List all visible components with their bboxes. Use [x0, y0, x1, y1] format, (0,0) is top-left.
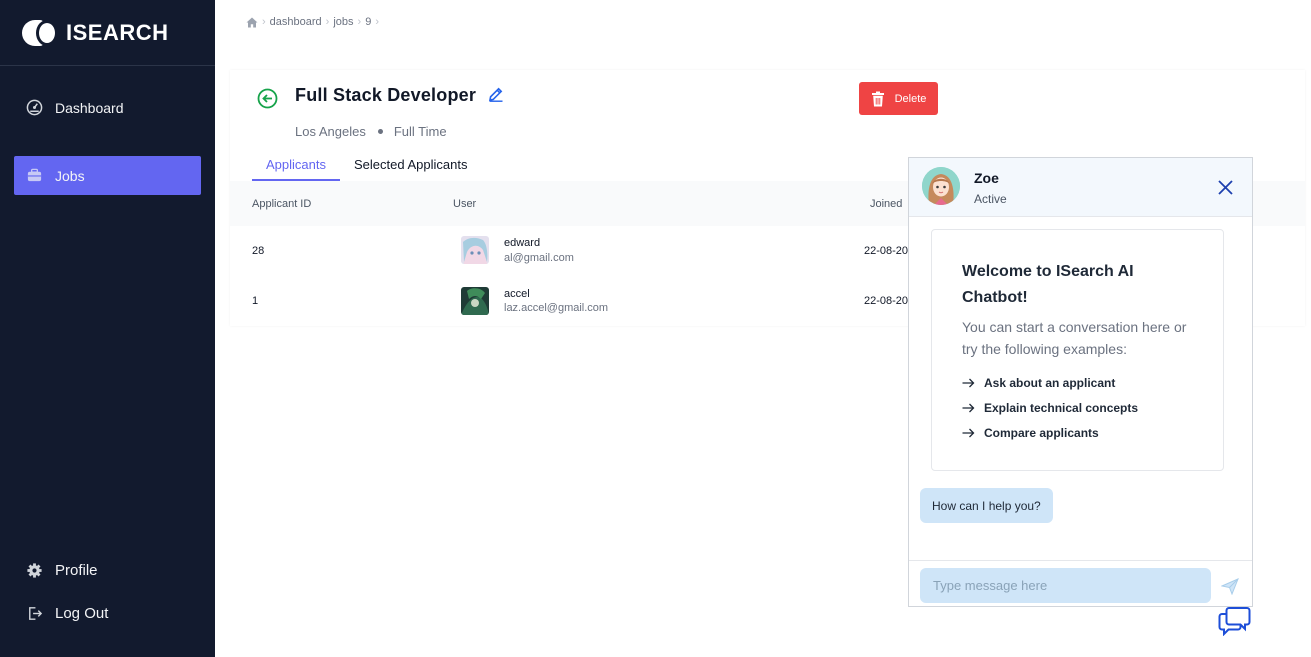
edit-pencil-icon[interactable] [488, 86, 504, 102]
example-prompt-label: Ask about an applicant [984, 376, 1116, 390]
sidebar-item-label: Dashboard [55, 99, 124, 116]
example-prompt[interactable]: Ask about an applicant [962, 376, 1115, 390]
chevron-right-icon: › [357, 16, 362, 28]
job-title: Full Stack Developer [295, 85, 477, 105]
arrow-right-icon [962, 403, 975, 413]
sidebar-item-label: Jobs [55, 167, 85, 184]
chat-composer [909, 560, 1252, 607]
dashboard-gauge-icon [26, 99, 43, 116]
brand-name: ISEARCH [66, 20, 169, 45]
sidebar-item-label: Profile [55, 562, 98, 579]
tab-applicants[interactable]: Applicants [252, 150, 340, 181]
user-email: al@gmail.com [504, 252, 574, 264]
sidebar: ISEARCH Dashboard Jobs Profile Log Out [0, 0, 215, 657]
tabs: Applicants Selected Applicants [252, 150, 481, 181]
welcome-title: Welcome to ISearch AI Chatbot! [962, 263, 1134, 306]
chat-agent-name: Zoe [974, 170, 999, 186]
chat-agent-status: Active [974, 192, 1007, 206]
joined-date: 22-08-20 [864, 245, 909, 257]
sidebar-item-dashboard[interactable]: Dashboard [14, 88, 201, 127]
user-name[interactable]: edward [504, 237, 540, 249]
job-meta: Los Angeles Full Time [295, 124, 447, 139]
chat-widget: Zoe Active Welcome to ISearch AI Chatbot… [908, 157, 1253, 607]
delete-button[interactable]: Delete [859, 82, 938, 115]
delete-button-label: Delete [894, 92, 927, 105]
job-location: Los Angeles [295, 124, 366, 139]
bot-message: How can I help you? [920, 488, 1053, 523]
chat-header: Zoe Active [909, 158, 1252, 217]
briefcase-icon [27, 168, 42, 182]
arrow-right-icon [962, 378, 975, 388]
separator-dot [377, 129, 383, 134]
sidebar-divider [0, 65, 215, 66]
example-prompt[interactable]: Compare applicants [962, 426, 1099, 440]
applicant-id: 28 [252, 245, 265, 257]
trash-icon [871, 91, 884, 106]
logo-mark-icon [22, 20, 58, 46]
job-type: Full Time [393, 124, 447, 139]
sidebar-item-profile[interactable]: Profile [14, 551, 201, 590]
home-icon[interactable] [246, 17, 258, 28]
logout-icon [29, 607, 43, 620]
column-header-applicant-id[interactable]: Applicant ID [252, 198, 311, 210]
user-email: laz.accel@gmail.com [504, 302, 609, 314]
user-avatar [461, 236, 489, 264]
chevron-right-icon: › [262, 16, 266, 28]
column-header-user[interactable]: User [453, 198, 476, 210]
breadcrumb-item-jobs[interactable]: jobs [333, 16, 353, 28]
welcome-text: You can start a conversation here or try… [962, 319, 1187, 357]
brand-logo[interactable]: ISEARCH [22, 18, 169, 48]
arrow-right-icon [962, 428, 975, 438]
send-icon[interactable] [1221, 578, 1239, 595]
chevron-right-icon: › [325, 16, 330, 28]
chat-message-input[interactable] [920, 568, 1211, 603]
back-arrow-icon[interactable] [257, 88, 278, 109]
breadcrumb-item-dashboard[interactable]: dashboard [270, 16, 322, 28]
tab-selected-applicants[interactable]: Selected Applicants [340, 150, 481, 181]
sidebar-item-logout[interactable]: Log Out [14, 594, 201, 633]
applicant-id: 1 [252, 295, 259, 307]
breadcrumb: › dashboard › jobs › 9 › [246, 16, 383, 28]
user-avatar [461, 287, 489, 315]
joined-date: 22-08-20 [864, 295, 909, 307]
chevron-right-icon: › [375, 16, 379, 28]
example-prompt-label: Compare applicants [984, 426, 1099, 440]
chat-agent-avatar [922, 167, 960, 205]
welcome-panel: Welcome to ISearch AI Chatbot! You can s… [931, 229, 1224, 471]
example-prompt[interactable]: Explain technical concepts [962, 401, 1138, 415]
gear-icon [27, 563, 42, 578]
sidebar-item-jobs[interactable]: Jobs [14, 156, 201, 195]
breadcrumb-item-current: 9 [365, 16, 372, 28]
close-icon[interactable] [1217, 179, 1234, 196]
column-header-joined[interactable]: Joined [870, 198, 902, 210]
sidebar-item-label: Log Out [55, 605, 109, 622]
user-name[interactable]: accel [504, 288, 530, 300]
example-prompt-label: Explain technical concepts [984, 401, 1139, 415]
chat-bubble-icon[interactable] [1218, 605, 1251, 636]
